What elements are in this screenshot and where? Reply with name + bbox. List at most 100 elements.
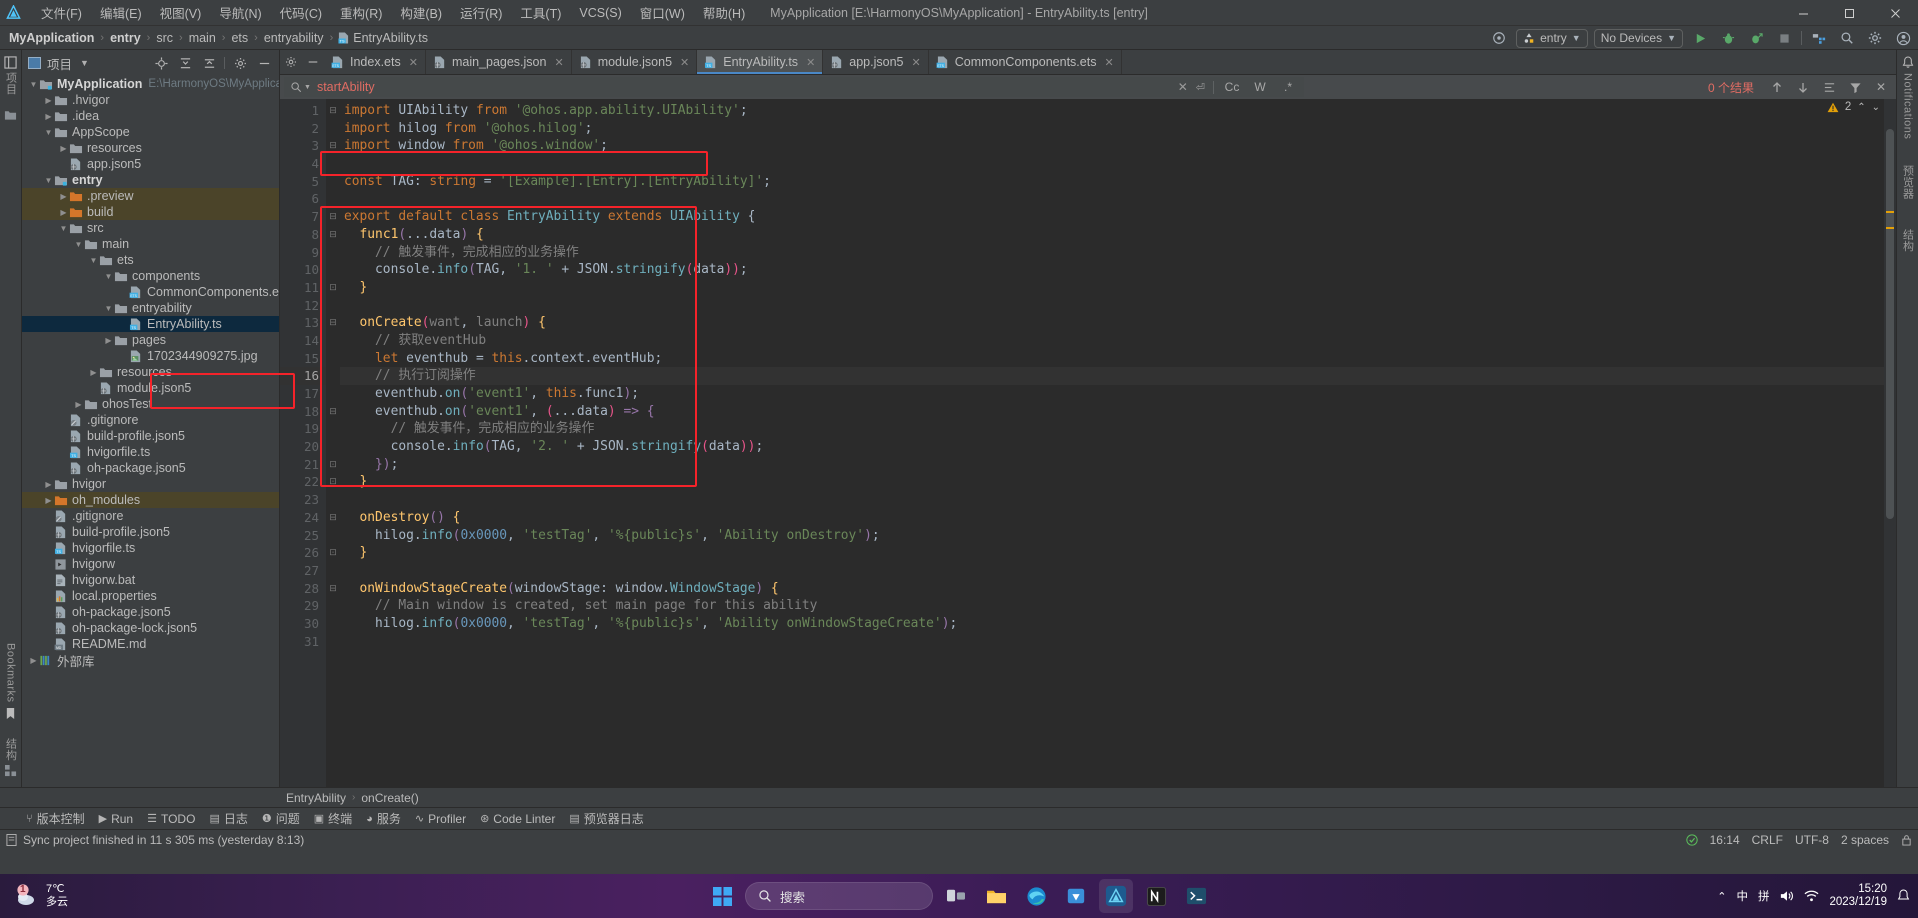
minimize-panel-icon[interactable] [253,53,275,73]
select-all-icon[interactable] [1818,77,1840,97]
clear-icon[interactable]: ✕ [1178,80,1188,94]
settings-icon[interactable] [229,53,251,73]
chevron-right-icon[interactable]: ▶ [58,144,69,153]
code-line[interactable]: export default class EntryAbility extend… [340,208,1884,226]
breadcrumb-file[interactable]: TS EntryAbility.ts [338,31,428,45]
find-bar[interactable]: ▼ startAbility ✕ ⏎ Cc W .* 0 个结果 ✕ [280,75,1896,99]
breadcrumb-method[interactable]: onCreate() [361,791,418,805]
status-encoding[interactable]: UTF-8 [1795,833,1829,847]
tree-item-hvigorfile-ts[interactable]: TS hvigorfile.ts [22,540,279,556]
window-controls[interactable] [1780,0,1918,26]
fold-toggle-icon[interactable]: ⊟ [326,580,340,598]
chevron-right-icon[interactable]: ▶ [58,208,69,217]
tool-window---[interactable]: ▣ 终端 [314,810,352,827]
menu-vcs[interactable]: VCS(S) [570,3,630,23]
sidebar-item-previewer[interactable]: 预览器 [1900,165,1916,205]
status-message-area[interactable]: Sync project finished in 11 s 305 ms (ye… [6,833,304,847]
code-line[interactable]: import hilog from '@ohos.hilog'; [340,120,1884,138]
tool-window-bar[interactable]: ⑂ 版本控制 ▶ Run ☰ TODO ▤ 日志 ❶ 问题 ▣ 终端 ◕ 服务 ∿ Profiler ⊛ Code… [0,807,1918,829]
code-line[interactable]: // 获取eventHub [340,332,1884,350]
tree-item-oh-package-json5[interactable]: oh-package.json5 [22,604,279,620]
tab-index-ets[interactable]: ETS Index.ets ✕ [324,50,426,74]
prev-match-icon[interactable] [1766,77,1788,97]
tree-item-1702344909275-jpg[interactable]: 1702344909275.jpg [22,348,279,364]
status-notification-icon[interactable] [1685,833,1698,846]
code-line[interactable]: console.info(TAG, '2. ' + JSON.stringify… [340,438,1884,456]
sidebar-item-structure-right[interactable]: 结构 [1900,229,1916,257]
tab-close-icon[interactable]: ✕ [806,56,815,69]
code-line[interactable] [340,562,1884,580]
menu-help[interactable]: 帮助(H) [694,0,754,25]
sidebar-item-structure[interactable]: 结构 [3,738,19,777]
tree-item--gitignore[interactable]: .gitignore [22,412,279,428]
find-input[interactable]: ▼ startAbility ✕ ⏎ Cc W .* [284,77,1304,97]
chevron-down-icon[interactable]: ▼ [73,240,84,249]
next-match-icon[interactable] [1792,77,1814,97]
taskbar-clock[interactable]: 15:20 2023/12/19 [1829,883,1887,909]
chevron-right-icon[interactable]: ▶ [43,112,54,121]
menu-window[interactable]: 窗口(W) [631,0,694,25]
breadcrumb-class[interactable]: EntryAbility [286,791,346,805]
tree-item-hvigorw[interactable]: hvigorw [22,556,279,572]
tab-close-icon[interactable]: ✕ [409,56,418,69]
taskbar-weather-widget[interactable]: 1 7℃ 多云 [0,883,68,909]
taskbar-tray[interactable]: ⌃ 中 拼 15:20 2023/12/19 [1717,883,1910,909]
tree-item-app-json5[interactable]: app.json5 [22,156,279,172]
maximize-button[interactable] [1826,0,1872,26]
code-line[interactable]: console.info(TAG, '1. ' + JSON.stringify… [340,261,1884,279]
breadcrumb-myapplication[interactable]: MyApplication [8,31,95,45]
code-line[interactable] [340,190,1884,208]
menu-tools[interactable]: 工具(T) [511,0,570,25]
code-line[interactable]: onDestroy() { [340,509,1884,527]
tab-close-icon[interactable]: ✕ [912,56,921,69]
fold-toggle-icon[interactable]: ⊟ [326,314,340,332]
taskbar-center[interactable]: 搜索 [705,879,1213,913]
volume-icon[interactable] [1779,889,1794,903]
menu-build[interactable]: 构建(B) [391,0,451,25]
chevron-right-icon[interactable]: ▶ [58,192,69,201]
code-line[interactable]: eventhub.on('event1', this.func1); [340,385,1884,403]
chevron-up-icon[interactable]: ⌃ [1857,102,1865,113]
menu-file[interactable]: 文件(F) [32,0,91,25]
run-icon[interactable] [1689,28,1711,48]
tab-app-json5[interactable]: app.json5 ✕ [823,50,929,74]
tree-item-entryability[interactable]: ▼ entryability [22,300,279,316]
code-line[interactable]: hilog.info(0x0000, 'testTag', '%{public}… [340,527,1884,545]
device-selector[interactable]: No Devices ▼ [1593,28,1683,48]
taskbar-search-box[interactable]: 搜索 [745,882,933,910]
left-tool-strip[interactable]: 项目 Bookmarks 结构 [0,50,22,787]
tab-main-pages-json[interactable]: main_pages.json ✕ [426,50,572,74]
tool-window-code-linter[interactable]: ⊛ Code Linter [480,812,555,826]
regex-toggle[interactable]: .* [1278,80,1298,94]
tree-item-hvigorw-bat[interactable]: hvigorw.bat [22,572,279,588]
notion-icon[interactable] [1139,879,1173,913]
gear-icon[interactable] [1864,28,1886,48]
chevron-down-icon[interactable]: ▼ [43,176,54,185]
code-line[interactable]: onCreate(want, launch) { [340,314,1884,332]
tool-window---[interactable]: ◕ 服务 [366,810,401,827]
editor-scrollbar[interactable] [1884,99,1896,787]
tree-item-oh-package-json5[interactable]: oh-package.json5 [22,460,279,476]
tree-item-build-profile-json5[interactable]: build-profile.json5 [22,428,279,444]
network-icon[interactable] [1804,889,1819,903]
tool-window-run[interactable]: ▶ Run [99,812,133,826]
code-line[interactable]: } [340,279,1884,297]
filter-icon[interactable] [1844,77,1866,97]
code-line[interactable]: }); [340,456,1884,474]
status-indent[interactable]: 2 spaces [1841,833,1889,847]
tree-item-hvigorfile-ts[interactable]: TS hvigorfile.ts [22,444,279,460]
chevron-down-icon[interactable]: ⌄ [1872,102,1880,113]
breadcrumb-entry[interactable]: entry [109,31,142,45]
tree-item-src[interactable]: ▼ src [22,220,279,236]
code-line[interactable] [340,633,1884,651]
code-line[interactable]: onWindowStageCreate(windowStage: window.… [340,580,1884,598]
menu-edit[interactable]: 编辑(E) [91,0,151,25]
regex-newline-icon[interactable]: ⏎ [1196,81,1205,94]
tree-item-commoncomponents-ets[interactable]: ETS CommonComponents.ets [22,284,279,300]
code-line[interactable]: import UIAbility from '@ohos.app.ability… [340,102,1884,120]
code-line[interactable]: } [340,544,1884,562]
chevron-down-icon[interactable]: ▼ [43,128,54,137]
tree-item-entryability-ts[interactable]: TS EntryAbility.ts [22,316,279,332]
fold-toggle-icon[interactable]: ⊟ [326,137,340,155]
store-icon[interactable] [1059,879,1093,913]
